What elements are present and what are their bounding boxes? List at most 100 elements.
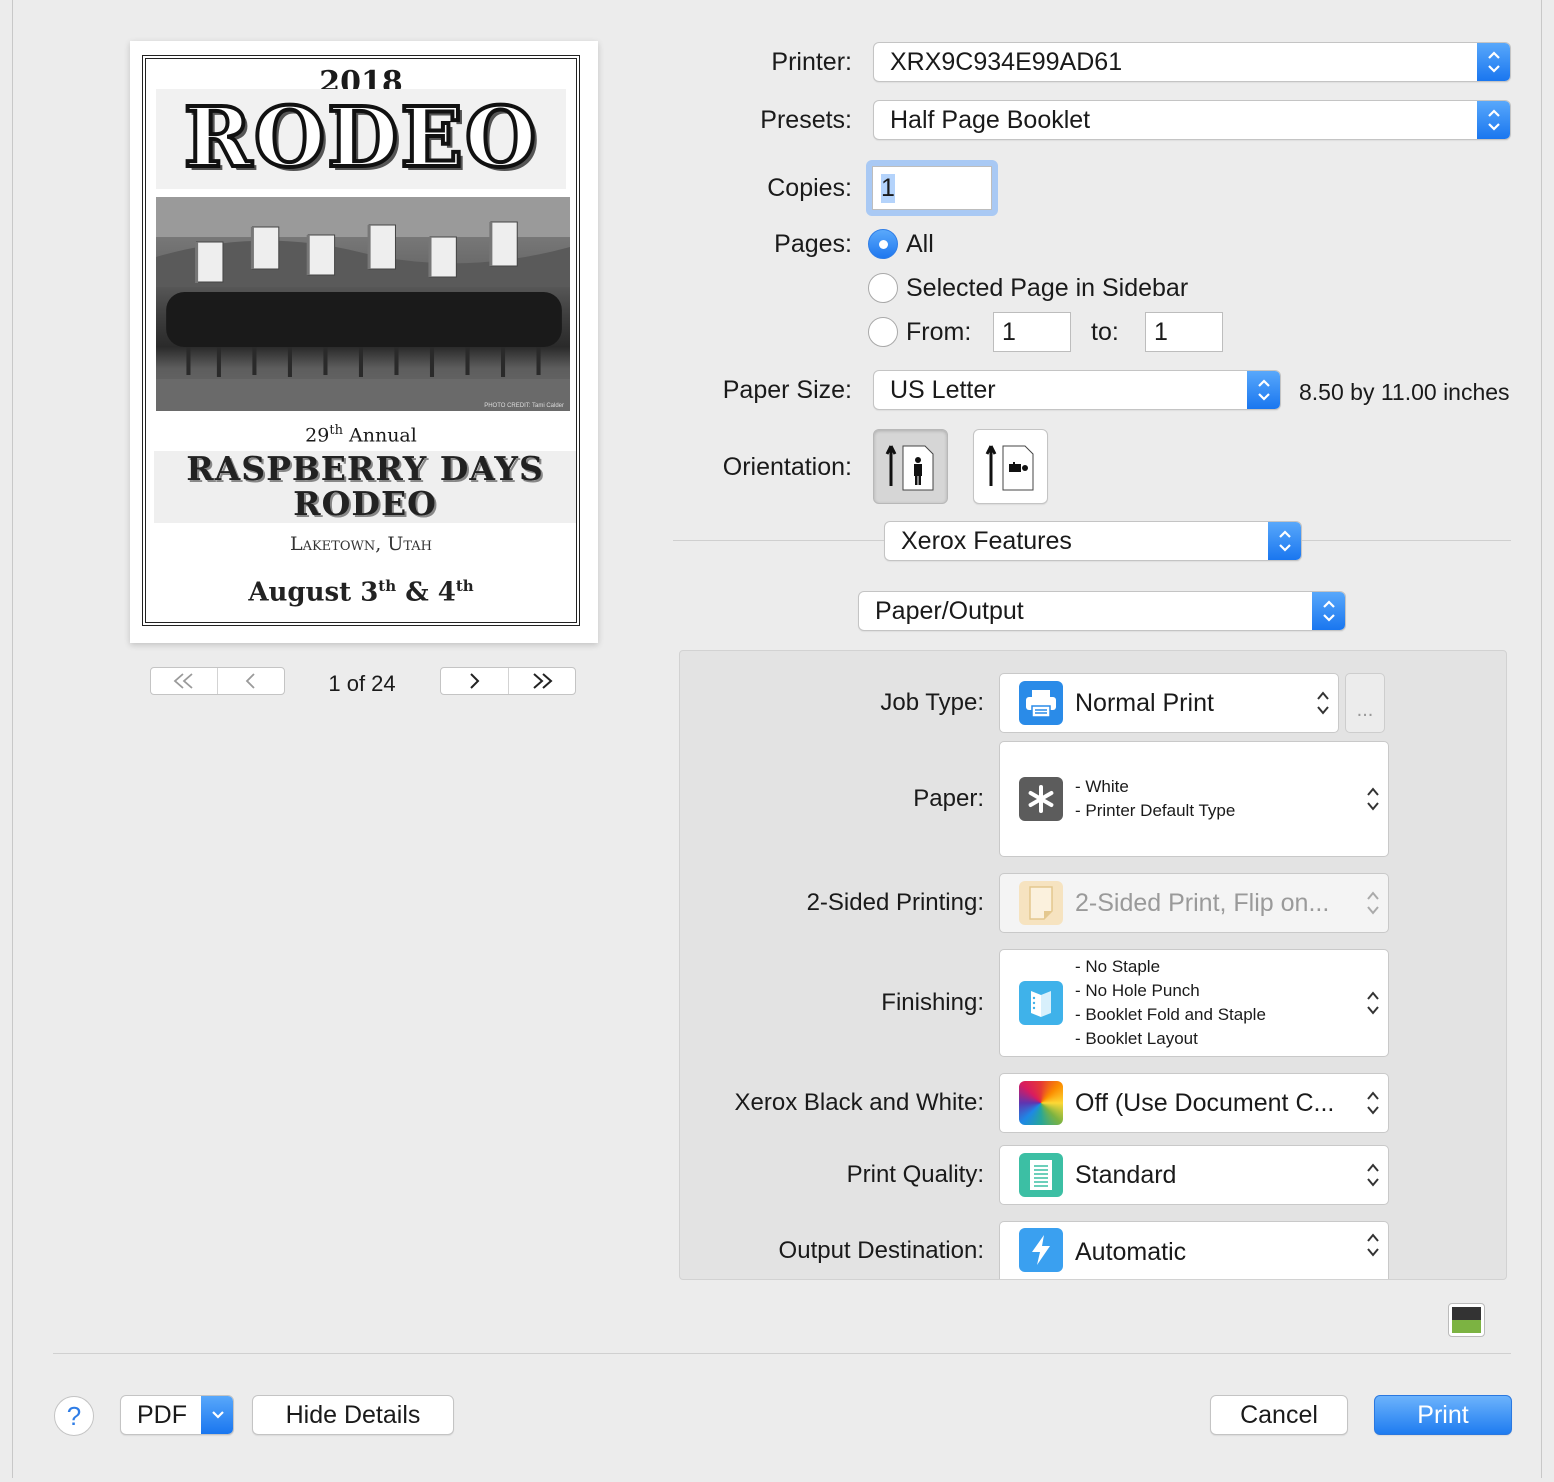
cancel-button[interactable]: Cancel (1210, 1395, 1348, 1435)
finishing-popup[interactable]: - No Staple - No Hole Punch - Booklet Fo… (999, 949, 1389, 1057)
pdf-label: PDF (137, 1400, 187, 1429)
xerox-features-panel: Job Type: Normal Print ... Paper: - Whit… (679, 650, 1507, 1280)
preview-event-line1: RASPBERRY DAYS (186, 449, 544, 488)
document-lines-icon (1019, 1153, 1063, 1197)
sub-menu-popup[interactable]: Paper/Output (858, 591, 1346, 631)
pages-range-radio[interactable] (868, 317, 898, 347)
presets-value: Half Page Booklet (890, 105, 1091, 134)
pages-all-label: All (906, 230, 934, 258)
finishing-detail-line: - No Staple (1075, 957, 1161, 976)
paper-size-label: Paper Size: (722, 376, 852, 404)
section-menu-popup[interactable]: Xerox Features (884, 521, 1302, 561)
pages-from-label: From: (906, 318, 972, 346)
output-destination-value: Automatic (1075, 1238, 1187, 1266)
pages-to-label: to: (1091, 318, 1119, 346)
updown-arrow-icon (1367, 787, 1379, 811)
output-destination-popup[interactable]: Automatic (999, 1221, 1389, 1279)
updown-arrow-icon (1312, 592, 1345, 630)
preview-location: Laketown, Utah (289, 533, 433, 555)
paper-size-popup[interactable]: US Letter (873, 370, 1281, 410)
preview-annual-num: 29 (305, 424, 330, 447)
two-sided-value: 2-Sided Print, Flip on... (1075, 888, 1330, 917)
pages-from-input[interactable]: 1 (993, 312, 1071, 352)
preview-event-banner: RASPBERRY DAYS RODEO (154, 451, 576, 523)
sub-menu-value: Paper/Output (875, 596, 1024, 625)
preview-date-sup2: th (455, 577, 474, 595)
copies-input[interactable]: 1 (872, 166, 992, 210)
updown-arrow-icon (1367, 991, 1379, 1015)
copies-value: 1 (881, 173, 895, 203)
pages-to-input[interactable]: 1 (1145, 312, 1223, 352)
preview-photo: PHOTO CREDIT: Tami Calder (156, 197, 570, 411)
print-quality-popup[interactable]: Standard (999, 1145, 1389, 1205)
preview-event-line2: RODEO (293, 484, 437, 523)
updown-arrow-icon (1367, 1163, 1379, 1187)
print-quality-value: Standard (1075, 1160, 1177, 1189)
double-chevron-left-icon (173, 673, 193, 689)
preview-border: 2018 RODEO PHOTO CREDIT: Tami Calder 29t… (142, 55, 580, 626)
preview-date: August 3th & 4th (146, 577, 576, 608)
page-indicator: 1 of 24 (328, 671, 396, 696)
paper-details: - White - Printer Default Type (1075, 775, 1235, 823)
pages-selected-radio[interactable] (868, 273, 898, 303)
paper-popup[interactable]: - White - Printer Default Type (999, 741, 1389, 857)
preview-back-nav (150, 667, 285, 695)
double-chevron-right-icon (533, 673, 553, 689)
preview-annual-word: Annual (349, 424, 417, 447)
riders-photo-illustration (156, 197, 570, 411)
job-type-popup[interactable]: Normal Print (999, 673, 1339, 733)
pdf-menu-button[interactable]: PDF (120, 1395, 234, 1435)
updown-arrow-icon (1247, 371, 1280, 409)
next-page-button[interactable] (441, 668, 508, 694)
supply-level-button[interactable] (1448, 1303, 1485, 1337)
pages-all-radio[interactable] (868, 229, 898, 259)
job-type-label: Job Type: (880, 689, 984, 716)
presets-popup[interactable]: Half Page Booklet (873, 100, 1511, 140)
chevron-left-icon (245, 673, 255, 689)
updown-arrow-icon (1268, 522, 1301, 560)
toner-level-icon (1452, 1307, 1481, 1320)
help-button[interactable]: ? (54, 1396, 94, 1436)
copies-label: Copies: (767, 174, 852, 202)
previous-page-button[interactable] (217, 668, 284, 694)
portrait-orientation-icon (885, 444, 933, 490)
print-quality-label: Print Quality: (846, 1161, 984, 1188)
lightning-bolt-icon (1019, 1228, 1063, 1272)
finishing-detail-line: - No Hole Punch (1075, 981, 1200, 1000)
printer-label: Printer: (771, 48, 852, 76)
presets-label: Presets: (760, 106, 852, 134)
paper-level-indicator (1452, 1320, 1481, 1333)
paper-size-value: US Letter (890, 375, 996, 404)
updown-arrow-icon (1477, 43, 1510, 81)
two-sided-label: 2-Sided Printing: (806, 889, 984, 916)
landscape-orientation-button[interactable] (973, 429, 1048, 504)
finishing-details: - No Staple - No Hole Punch - Booklet Fo… (1075, 955, 1266, 1051)
last-page-button[interactable] (507, 668, 576, 694)
finishing-label: Finishing: (881, 989, 984, 1016)
hide-details-button[interactable]: Hide Details (252, 1395, 454, 1435)
paper-detail-line: - Printer Default Type (1075, 801, 1236, 820)
job-type-value: Normal Print (1075, 688, 1214, 717)
job-type-more-button[interactable]: ... (1345, 673, 1385, 733)
footer-divider (53, 1353, 1511, 1354)
preview-annual: 29th Annual (146, 423, 576, 446)
printer-popup[interactable]: XRX9C934E99AD61 (873, 42, 1511, 82)
black-white-value: Off (Use Document C... (1075, 1088, 1335, 1117)
first-page-button[interactable] (151, 668, 217, 694)
two-sided-popup[interactable]: 2-Sided Print, Flip on... (999, 873, 1389, 933)
printer-icon (1019, 681, 1063, 725)
preview-title: RODEO (156, 88, 566, 189)
two-sided-page-icon (1019, 881, 1063, 925)
updown-arrow-icon (1367, 891, 1379, 915)
paper-detail-line: - White (1075, 777, 1129, 796)
updown-arrow-icon (1367, 1233, 1379, 1257)
print-dialog: 2018 RODEO PHOTO CREDIT: Tami Calder 29t… (12, 0, 1542, 1478)
color-wheel-icon (1019, 1081, 1063, 1125)
screen: 2018 RODEO PHOTO CREDIT: Tami Calder 29t… (0, 0, 1554, 1482)
preview-annual-sup: th (329, 423, 343, 438)
preview-date-prefix: August 3 (248, 577, 379, 608)
black-white-popup[interactable]: Off (Use Document C... (999, 1073, 1389, 1133)
portrait-orientation-button[interactable] (873, 429, 948, 504)
print-button[interactable]: Print (1374, 1395, 1512, 1435)
preview-date-sup1: th (378, 577, 397, 595)
